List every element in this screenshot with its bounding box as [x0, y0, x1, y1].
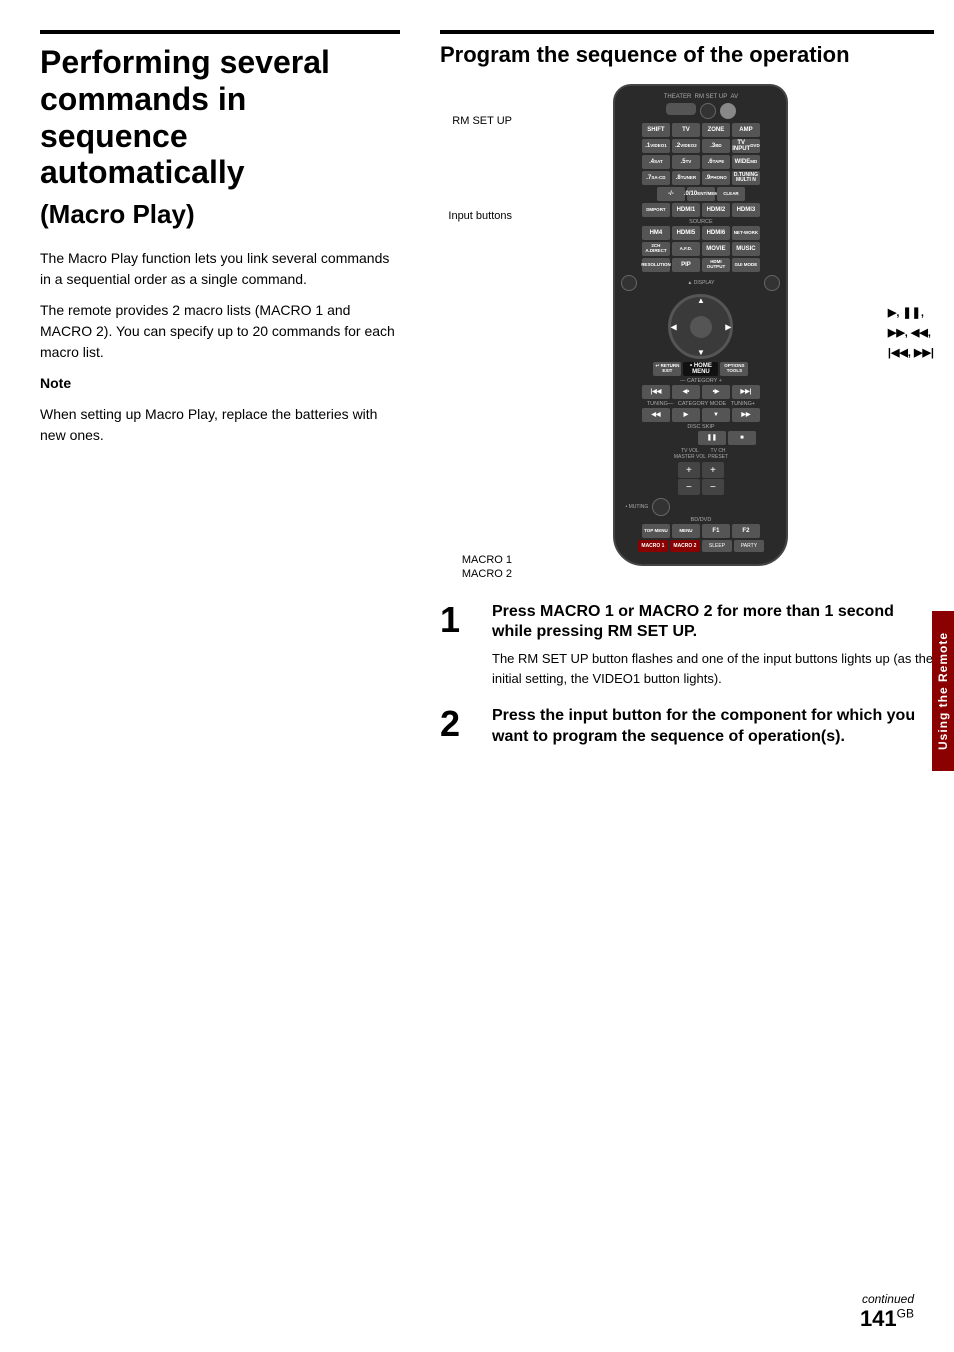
- input-buttons-label: Input buttons: [440, 209, 520, 223]
- note-body: When setting up Macro Play, replace the …: [40, 404, 400, 446]
- step-2-number: 2: [440, 706, 480, 742]
- page-title: Performing several commands in sequence …: [40, 30, 400, 191]
- rm-set-up-label: RM SET UP: [440, 114, 520, 128]
- side-tab: Using the Remote: [932, 611, 954, 771]
- macro-labels: MACRO 1 MACRO 2: [440, 553, 520, 582]
- macro2-button[interactable]: MACRO 2: [670, 540, 700, 552]
- continued-label: continued: [860, 1292, 914, 1306]
- remote-control-diagram: THEATER RM SET UP AV SHIFT TV ZONE AMP: [613, 84, 788, 566]
- playback-icons: ▶, ❚❚, ▶▶, ◀◀, |◀◀, ▶▶|: [882, 84, 934, 363]
- body-text-1: The Macro Play function lets you link se…: [40, 248, 400, 290]
- step-2: 2 Press the input button for the compone…: [440, 706, 934, 754]
- step-1-number: 1: [440, 602, 480, 638]
- section-title: Program the sequence of the operation: [440, 30, 934, 68]
- step-1-title: Press MACRO 1 or MACRO 2 for more than 1…: [492, 602, 934, 644]
- step-1-body: The RM SET UP button flashes and one of …: [492, 649, 934, 688]
- step-2-title: Press the input button for the component…: [492, 706, 934, 748]
- note-title: Note: [40, 373, 400, 394]
- page-subtitle: (Macro Play): [40, 199, 400, 230]
- macro1-button[interactable]: MACRO 1: [638, 540, 668, 552]
- body-text-2: The remote provides 2 macro lists (MACRO…: [40, 300, 400, 363]
- step-1: 1 Press MACRO 1 or MACRO 2 for more than…: [440, 602, 934, 689]
- page-number: 141GB: [860, 1306, 914, 1332]
